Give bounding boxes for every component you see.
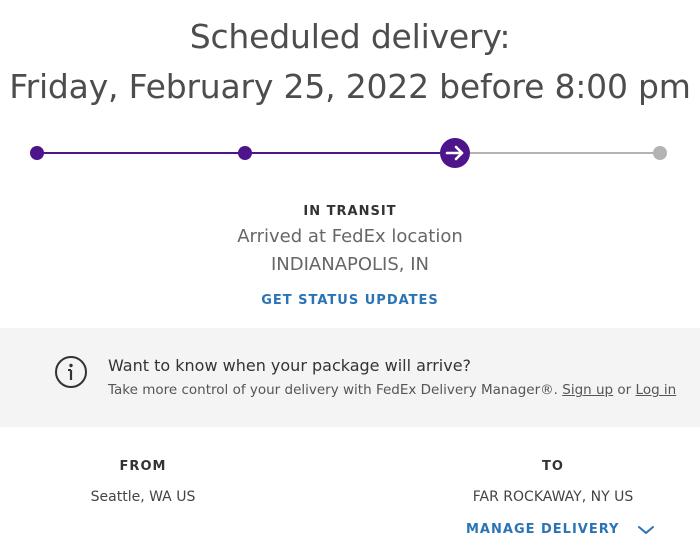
status-label: IN TRANSIT	[303, 204, 397, 219]
progress-step-picked-up	[30, 146, 44, 160]
status-location: INDIANAPOLIS, IN	[270, 254, 430, 275]
progress-step-shipped	[238, 146, 252, 160]
from-value: Seattle, WA US	[90, 489, 196, 505]
log-in-link[interactable]: Log in	[636, 382, 677, 398]
sign-up-link[interactable]: Sign up	[562, 382, 613, 398]
status-updates-container: GET STATUS UPDATES	[0, 291, 700, 309]
manage-delivery-label: MANAGE DELIVERY	[466, 522, 620, 537]
scheduled-delivery-date: Friday, February 25, 2022 before 8:00 pm	[9, 67, 691, 106]
progress-step-delivered	[653, 146, 667, 160]
from-label: FROM	[119, 459, 167, 474]
banner-title: Want to know when your package will arri…	[108, 356, 472, 375]
status-detail: Arrived at FedEx location	[237, 226, 463, 247]
get-status-updates-link[interactable]: GET STATUS UPDATES	[261, 293, 439, 308]
banner-text: Take more control of your delivery with …	[108, 382, 676, 398]
banner-text-or: or	[613, 382, 636, 398]
info-icon	[55, 356, 87, 388]
shipment-progress-bar	[30, 138, 667, 168]
manage-delivery-button[interactable]: MANAGE DELIVERY	[466, 522, 655, 537]
tracking-page: Scheduled delivery: Friday, February 25,…	[0, 0, 700, 556]
banner-text-prefix: Take more control of your delivery with …	[108, 382, 563, 398]
chevron-down-icon	[638, 525, 655, 534]
delivery-manager-banner: Want to know when your package will arri…	[0, 328, 700, 427]
to-label: TO	[542, 459, 564, 474]
scheduled-delivery-heading: Scheduled delivery:	[189, 17, 511, 56]
to-value: FAR ROCKAWAY, NY US	[472, 489, 634, 505]
